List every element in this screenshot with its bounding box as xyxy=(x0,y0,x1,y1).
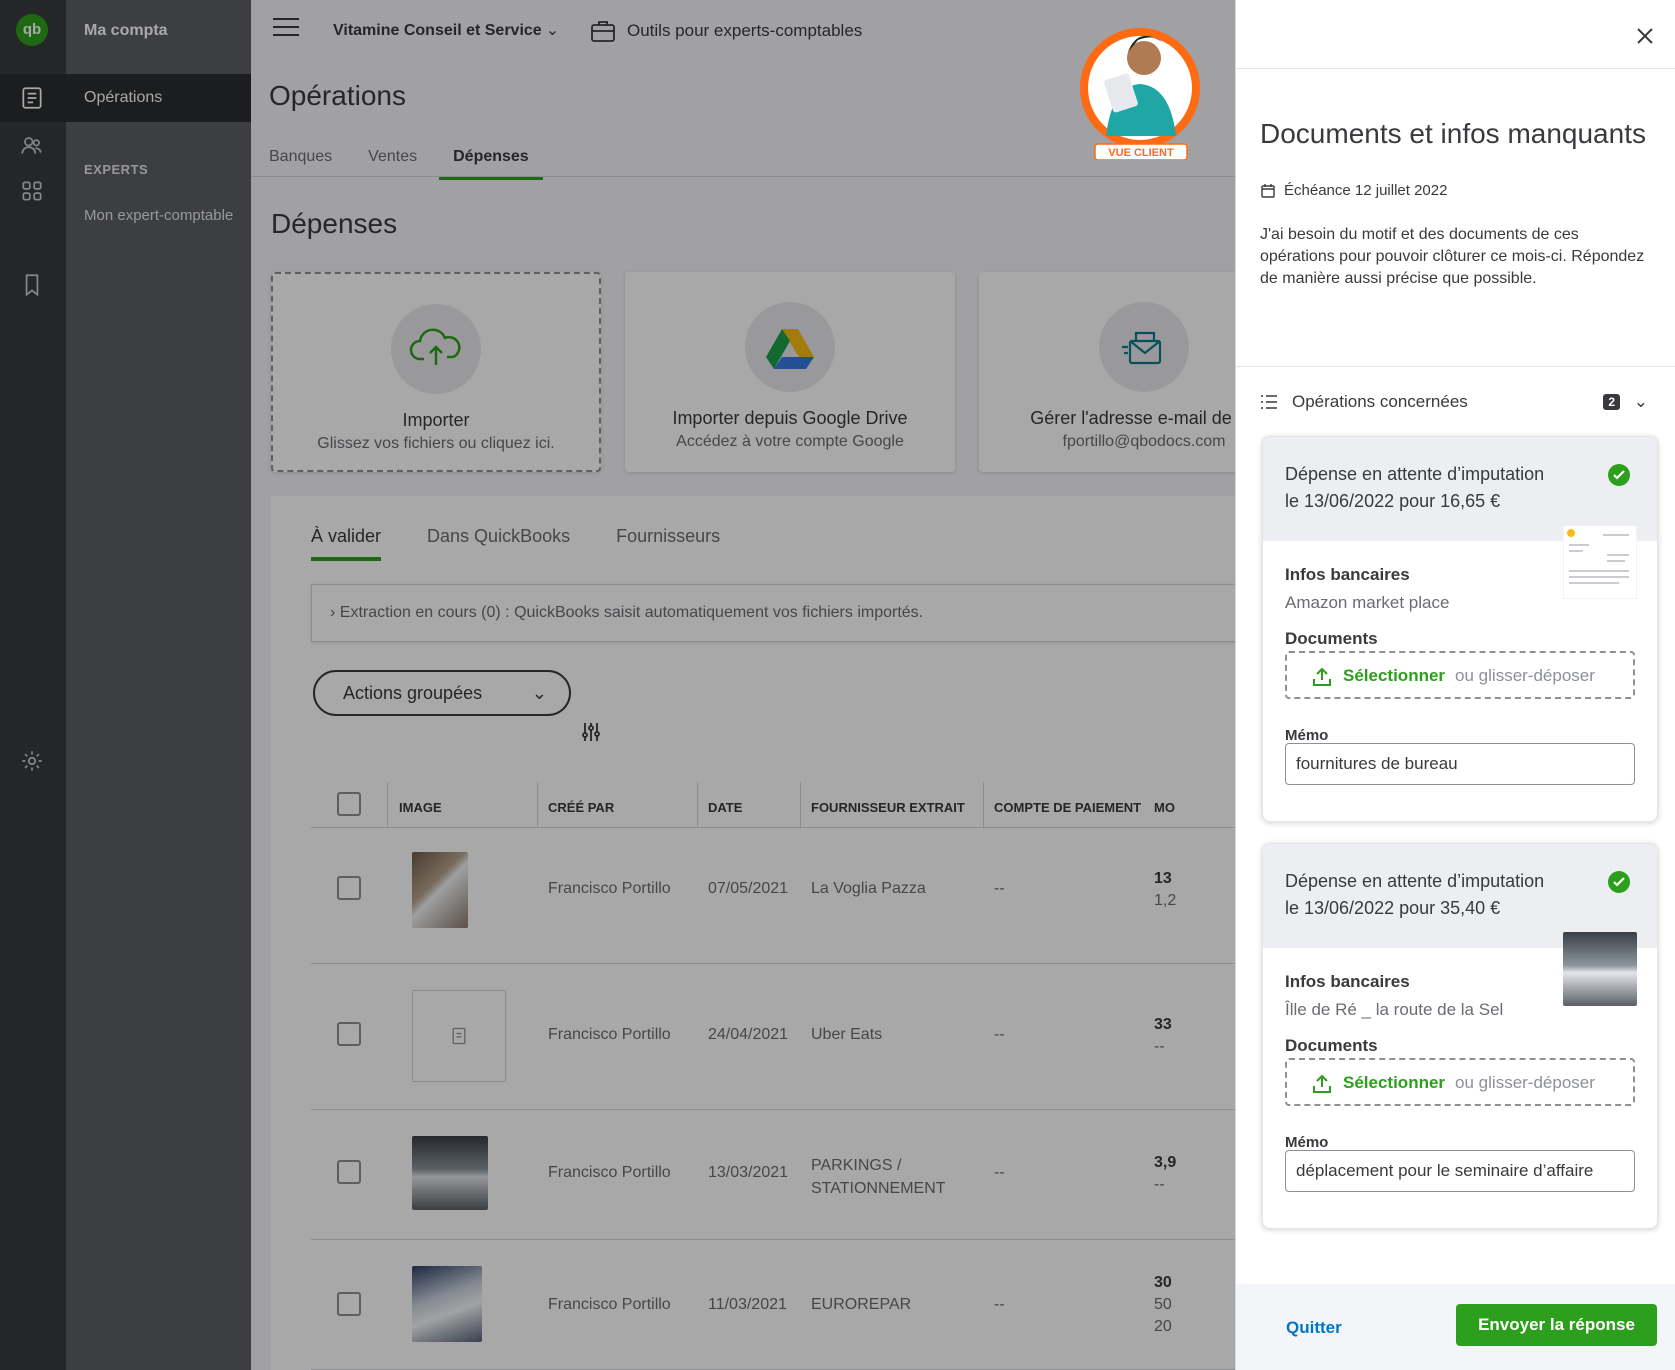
drawer-title: Documents et infos manquants xyxy=(1260,118,1646,149)
operation-card: Dépense en attente d’imputation le 13/06… xyxy=(1262,843,1658,1229)
memo-label: Mémo xyxy=(1285,727,1329,744)
upload-icon xyxy=(1313,667,1331,686)
calendar-icon xyxy=(1261,183,1275,198)
chevron-down-icon[interactable]: ⌄ xyxy=(1634,392,1648,412)
documents-label: Documents xyxy=(1285,629,1378,648)
upload-icon xyxy=(1313,1074,1331,1093)
operation-detail: le 13/06/2022 pour 35,40 € xyxy=(1285,898,1501,918)
check-circle-icon xyxy=(1608,871,1630,893)
memo-input[interactable]: déplacement pour le seminaire d’affaire xyxy=(1285,1150,1635,1192)
drawer-divider xyxy=(1236,366,1675,367)
bank-info-label: Infos bancaires xyxy=(1285,972,1410,991)
operations-count-badge: 2 xyxy=(1603,394,1620,410)
operations-header-label: Opérations concernées xyxy=(1292,392,1468,411)
bank-info-value: Amazon market place xyxy=(1285,593,1450,612)
bank-info-value: Îlle de Ré _ la route de la Sel xyxy=(1285,1000,1504,1019)
memo-input[interactable]: fournitures de bureau xyxy=(1285,743,1635,785)
operations-header[interactable]: Opérations concernées 2 ⌄ xyxy=(1260,392,1660,412)
receipt-preview-thumbnail[interactable] xyxy=(1563,932,1637,1006)
drag-drop-hint: ou glisser-déposer xyxy=(1455,666,1595,685)
drag-drop-hint: ou glisser-déposer xyxy=(1455,1073,1595,1092)
modal-backdrop[interactable] xyxy=(0,0,1235,1370)
due-date-text: Échéance 12 juillet 2022 xyxy=(1284,182,1448,199)
drawer-divider xyxy=(1236,68,1675,69)
due-date: Échéance 12 juillet 2022 xyxy=(1260,182,1447,199)
missing-docs-drawer: Documents et infos manquants Échéance 12… xyxy=(1235,0,1675,1370)
drawer-description: J'ai besoin du motif et des documents de… xyxy=(1260,226,1645,287)
operation-detail: le 13/06/2022 pour 16,65 € xyxy=(1285,491,1501,511)
list-icon xyxy=(1261,395,1277,409)
memo-label: Mémo xyxy=(1285,1134,1329,1151)
drawer-footer: Quitter Envoyer la réponse xyxy=(1236,1284,1675,1370)
send-response-button[interactable]: Envoyer la réponse xyxy=(1456,1304,1657,1346)
operation-status: Dépense en attente d’imputation xyxy=(1285,464,1545,484)
select-files-link[interactable]: Sélectionner xyxy=(1343,1073,1445,1093)
document-dropzone[interactable]: Sélectionner ou glisser-déposer xyxy=(1285,1058,1635,1106)
operation-card: Dépense en attente d’imputation le 13/06… xyxy=(1262,436,1658,822)
documents-label: Documents xyxy=(1285,1036,1378,1055)
quit-button[interactable]: Quitter xyxy=(1286,1318,1342,1338)
vue-client-label: VUE CLIENT xyxy=(1108,147,1174,159)
client-view-avatar-badge: VUE CLIENT xyxy=(1080,28,1200,160)
operation-status: Dépense en attente d’imputation xyxy=(1285,871,1545,891)
document-dropzone[interactable]: Sélectionner ou glisser-déposer xyxy=(1285,651,1635,699)
receipt-preview-thumbnail[interactable] xyxy=(1563,525,1637,599)
check-circle-icon xyxy=(1608,464,1630,486)
close-icon[interactable] xyxy=(1633,24,1657,48)
bank-info-label: Infos bancaires xyxy=(1285,565,1410,584)
select-files-link[interactable]: Sélectionner xyxy=(1343,666,1445,686)
